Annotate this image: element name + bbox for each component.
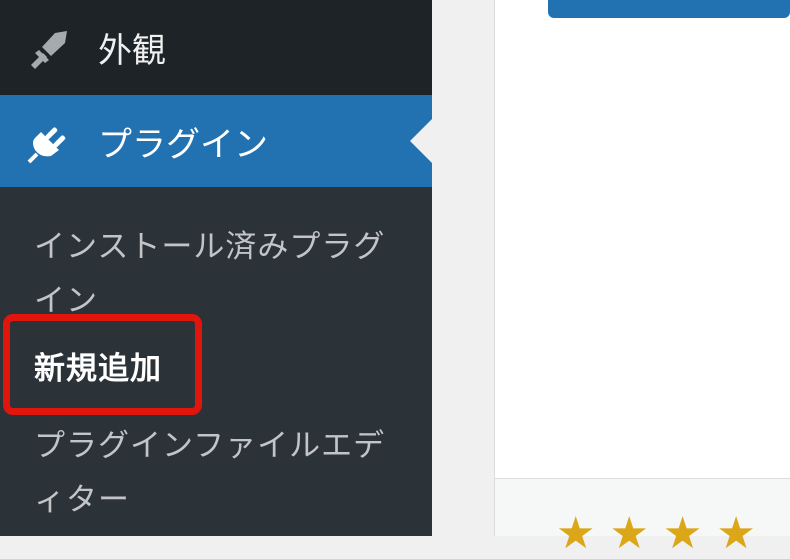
menu-item-plugins-label: プラグイン xyxy=(98,124,268,165)
submenu-plugin-file-editor[interactable]: プラグインファイルエディター xyxy=(34,419,404,527)
plugin-icon xyxy=(22,115,74,167)
menu-item-plugins[interactable]: プラグイン xyxy=(0,95,432,187)
plugin-card xyxy=(494,0,790,479)
star-icon: ★ xyxy=(609,508,649,559)
star-icon: ★ xyxy=(662,508,703,559)
star-icon: ★ xyxy=(716,508,756,559)
menu-item-appearance-label: 外観 xyxy=(98,31,166,71)
card-top-button[interactable] xyxy=(548,0,790,18)
menu-item-appearance[interactable]: 外観 xyxy=(0,0,432,95)
admin-sidebar: 外観 プラグイン インストール済みプラグイン 新規追加 プラグインファイルエディ… xyxy=(0,0,432,536)
paintbrush-icon xyxy=(22,22,74,74)
current-menu-arrow xyxy=(410,119,432,163)
star-icon: ★ xyxy=(556,508,596,559)
rating-stars: ★ ★ ★ ★ xyxy=(556,512,756,556)
annotation-highlight-box xyxy=(3,314,202,415)
submenu-installed-plugins[interactable]: インストール済みプラグイン xyxy=(34,220,404,328)
